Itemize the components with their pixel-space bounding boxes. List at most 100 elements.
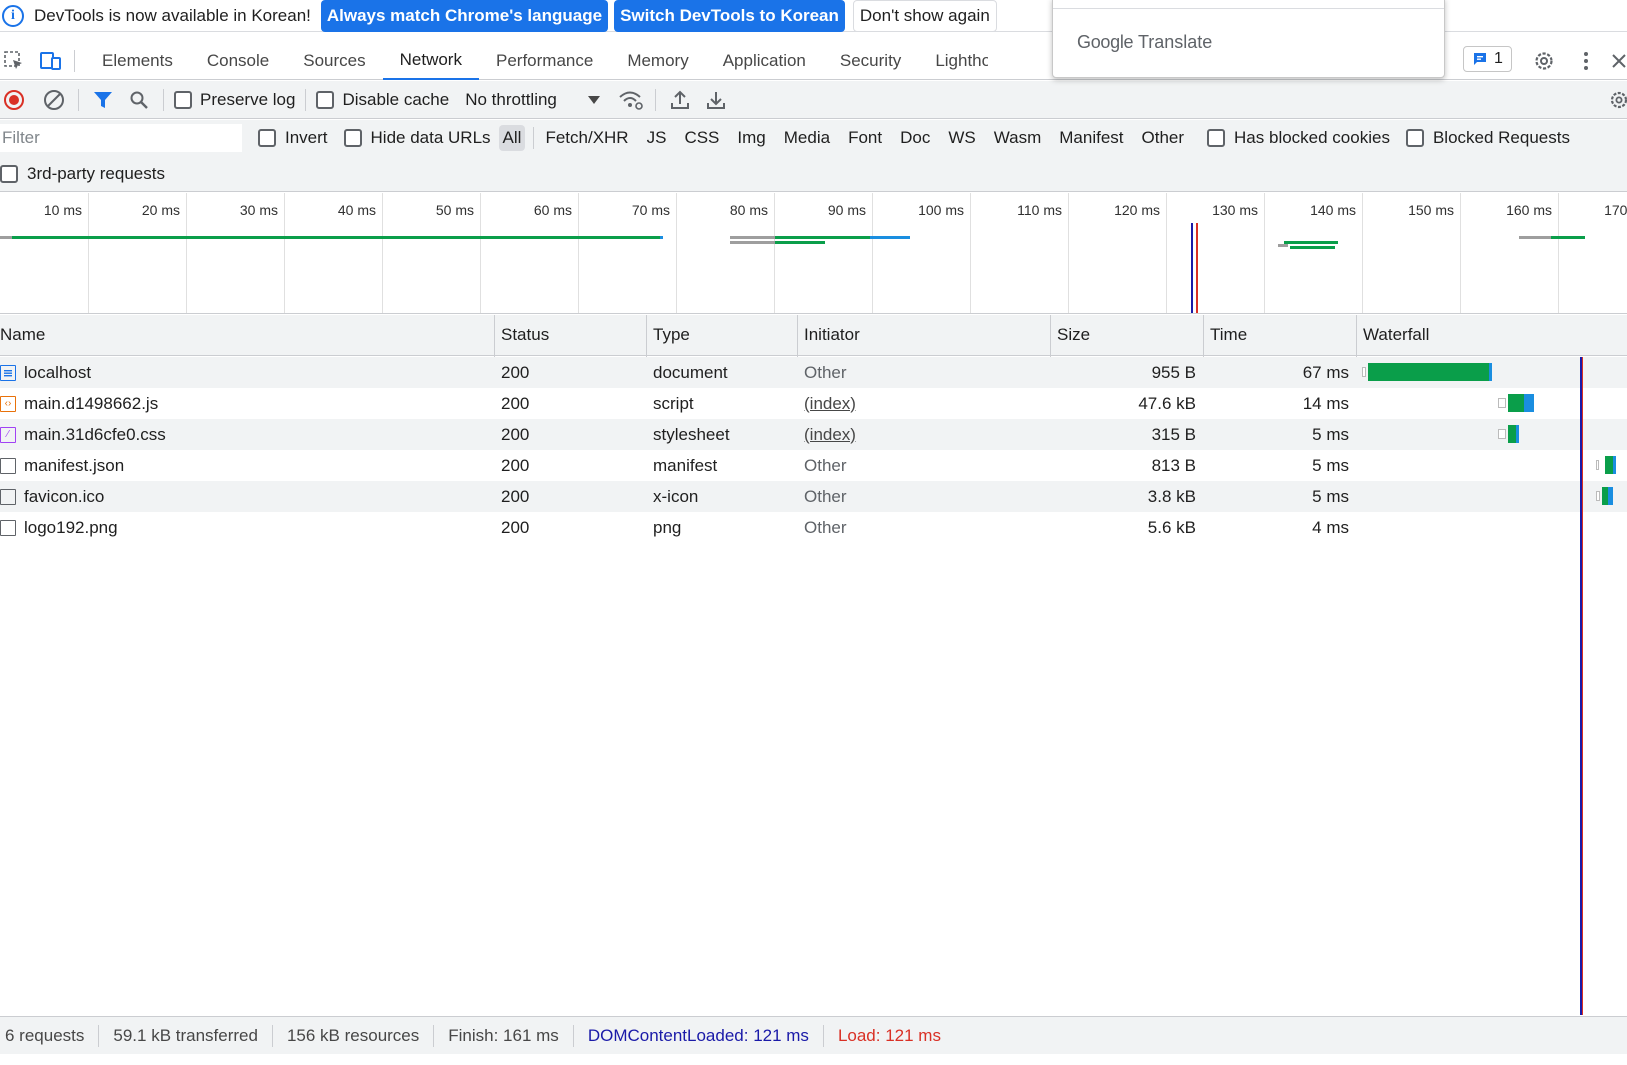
- request-row[interactable]: ‹› main.d1498662.js 200 script (index) 4…: [0, 388, 1627, 419]
- tab-performance[interactable]: Performance: [479, 42, 610, 80]
- time-cell: 14 ms: [1302, 393, 1349, 413]
- export-har-icon[interactable]: [702, 86, 730, 114]
- column-size[interactable]: Size: [1050, 315, 1203, 355]
- network-overview-timeline[interactable]: 10 ms 20 ms 30 ms 40 ms 50 ms 60 ms 70 ms 80 ms…: [0, 193, 1627, 314]
- overview-activity-bar: [730, 241, 775, 244]
- waterfall-bar: [1508, 394, 1524, 412]
- type-filter-other[interactable]: Other: [1139, 125, 1188, 151]
- overview-tick-label: 110 ms: [1017, 202, 1062, 218]
- filter-funnel-icon[interactable]: [89, 86, 117, 114]
- google-translate-brand[interactable]: Google Translate: [1077, 32, 1212, 53]
- type-filter-ws[interactable]: WS: [945, 125, 978, 151]
- tab-lighthouse[interactable]: Lighthouse: [918, 42, 988, 80]
- column-status[interactable]: Status: [494, 315, 646, 355]
- invert-checkbox[interactable]: Invert: [258, 128, 328, 148]
- overview-activity-bar: [870, 236, 910, 239]
- name-cell: logo192.png: [0, 512, 494, 543]
- inspect-element-icon[interactable]: [0, 47, 28, 75]
- request-row[interactable]: manifest.json 200 manifest Other 813 B 5…: [0, 450, 1627, 481]
- checkbox-box[interactable]: [1405, 129, 1424, 147]
- request-count: 6 requests: [0, 1024, 100, 1047]
- overview-gridline: [480, 193, 481, 313]
- request-name: manifest.json: [24, 455, 125, 475]
- has-blocked-cookies-checkbox[interactable]: Has blocked cookies: [1207, 128, 1390, 148]
- name-cell: localhost: [0, 357, 494, 388]
- translate-label: Translate: [1137, 32, 1213, 52]
- request-row[interactable]: ⁄ main.31d6cfe0.css 200 stylesheet (inde…: [0, 419, 1627, 450]
- file-icon: [0, 488, 16, 505]
- hide-data-urls-checkbox[interactable]: Hide data URLs: [343, 128, 491, 148]
- overview-activity-bar: [0, 236, 12, 239]
- request-row[interactable]: localhost 200 document Other 955 B 67 ms: [0, 357, 1627, 388]
- request-name: main.31d6cfe0.css: [24, 424, 166, 444]
- tab-network[interactable]: Network: [382, 42, 479, 80]
- type-filter-font[interactable]: Font: [845, 125, 885, 151]
- overview-activity-bar: [1551, 236, 1585, 239]
- issues-badge[interactable]: 1: [1463, 46, 1512, 72]
- type-filter-media[interactable]: Media: [781, 125, 833, 151]
- network-settings-icon[interactable]: [1605, 86, 1627, 114]
- checkbox-box[interactable]: [174, 90, 192, 109]
- switch-to-korean-button[interactable]: Switch DevTools to Korean: [614, 0, 845, 32]
- blocked-requests-label: Blocked Requests: [1432, 128, 1570, 147]
- filter-input[interactable]: Filter: [0, 124, 242, 152]
- overview-gridline: [970, 193, 971, 313]
- tab-memory[interactable]: Memory: [610, 42, 705, 80]
- column-waterfall[interactable]: Waterfall: [1356, 315, 1627, 355]
- column-type[interactable]: Type: [646, 315, 797, 355]
- throttling-select[interactable]: No throttling: [465, 90, 601, 110]
- type-filter-img[interactable]: Img: [734, 125, 768, 151]
- checkbox-box[interactable]: [258, 129, 276, 147]
- disable-cache-checkbox[interactable]: Disable cache: [316, 90, 449, 110]
- overview-activity-bar: [12, 236, 662, 239]
- type-filter-css[interactable]: CSS: [681, 125, 722, 151]
- import-har-icon[interactable]: [666, 86, 694, 114]
- request-row[interactable]: logo192.png 200 png Other 5.6 kB 4 ms: [0, 512, 1627, 543]
- device-toolbar-icon[interactable]: [36, 47, 64, 75]
- preserve-log-checkbox[interactable]: Preserve log: [174, 90, 295, 110]
- name-cell: ‹› main.d1498662.js: [0, 388, 494, 419]
- type-filter-all[interactable]: All: [498, 125, 526, 151]
- checkbox-box[interactable]: [316, 90, 335, 109]
- blocked-requests-checkbox[interactable]: Blocked Requests: [1405, 128, 1570, 148]
- overview-tick-label: 50 ms: [435, 202, 474, 218]
- size-cell: 47.6 kB: [1138, 393, 1196, 413]
- more-options-icon[interactable]: [1572, 47, 1600, 75]
- tab-application[interactable]: Application: [706, 42, 823, 80]
- overview-gridline: [1166, 193, 1167, 313]
- third-party-checkbox[interactable]: [0, 164, 18, 183]
- type-filter-manifest[interactable]: Manifest: [1056, 125, 1126, 151]
- checkbox-box[interactable]: [343, 129, 362, 147]
- always-match-language-button[interactable]: Always match Chrome's language: [320, 0, 609, 32]
- tab-elements[interactable]: Elements: [85, 42, 190, 80]
- column-time[interactable]: Time: [1203, 315, 1356, 355]
- initiator-link[interactable]: (index): [797, 419, 1050, 450]
- type-filter-doc[interactable]: Doc: [897, 125, 933, 151]
- tab-security[interactable]: Security: [823, 42, 918, 80]
- search-icon[interactable]: [125, 86, 153, 114]
- overview-tick-label: 170 ms: [1604, 202, 1627, 218]
- overview-gridline: [1362, 193, 1363, 313]
- transferred-size: 59.1 kB transferred: [99, 1024, 273, 1047]
- clear-icon[interactable]: [40, 86, 68, 114]
- request-row[interactable]: favicon.ico 200 x-icon Other 3.8 kB 5 ms: [0, 481, 1627, 512]
- type-filter-fetch-xhr[interactable]: Fetch/XHR: [542, 125, 631, 151]
- settings-gear-icon[interactable]: [1530, 47, 1558, 75]
- tab-console[interactable]: Console: [190, 42, 286, 80]
- overview-activity-bar: [660, 236, 663, 239]
- initiator-link[interactable]: (index): [797, 388, 1050, 419]
- finish-time: Finish: 161 ms: [434, 1024, 574, 1047]
- checkbox-box[interactable]: [1207, 129, 1226, 147]
- request-name: favicon.ico: [24, 486, 105, 506]
- dont-show-again-button[interactable]: Don't show again: [852, 0, 997, 32]
- hide-data-urls-label: Hide data URLs: [370, 128, 491, 147]
- column-initiator[interactable]: Initiator: [797, 315, 1050, 355]
- waterfall-download: [1524, 394, 1534, 412]
- record-stop-icon[interactable]: [0, 86, 28, 114]
- network-conditions-icon[interactable]: [617, 86, 645, 114]
- close-devtools-icon[interactable]: [1605, 47, 1627, 75]
- tab-sources[interactable]: Sources: [286, 42, 382, 80]
- column-name[interactable]: Name: [0, 315, 494, 355]
- type-filter-wasm[interactable]: Wasm: [991, 125, 1045, 151]
- type-filter-js[interactable]: JS: [644, 125, 670, 151]
